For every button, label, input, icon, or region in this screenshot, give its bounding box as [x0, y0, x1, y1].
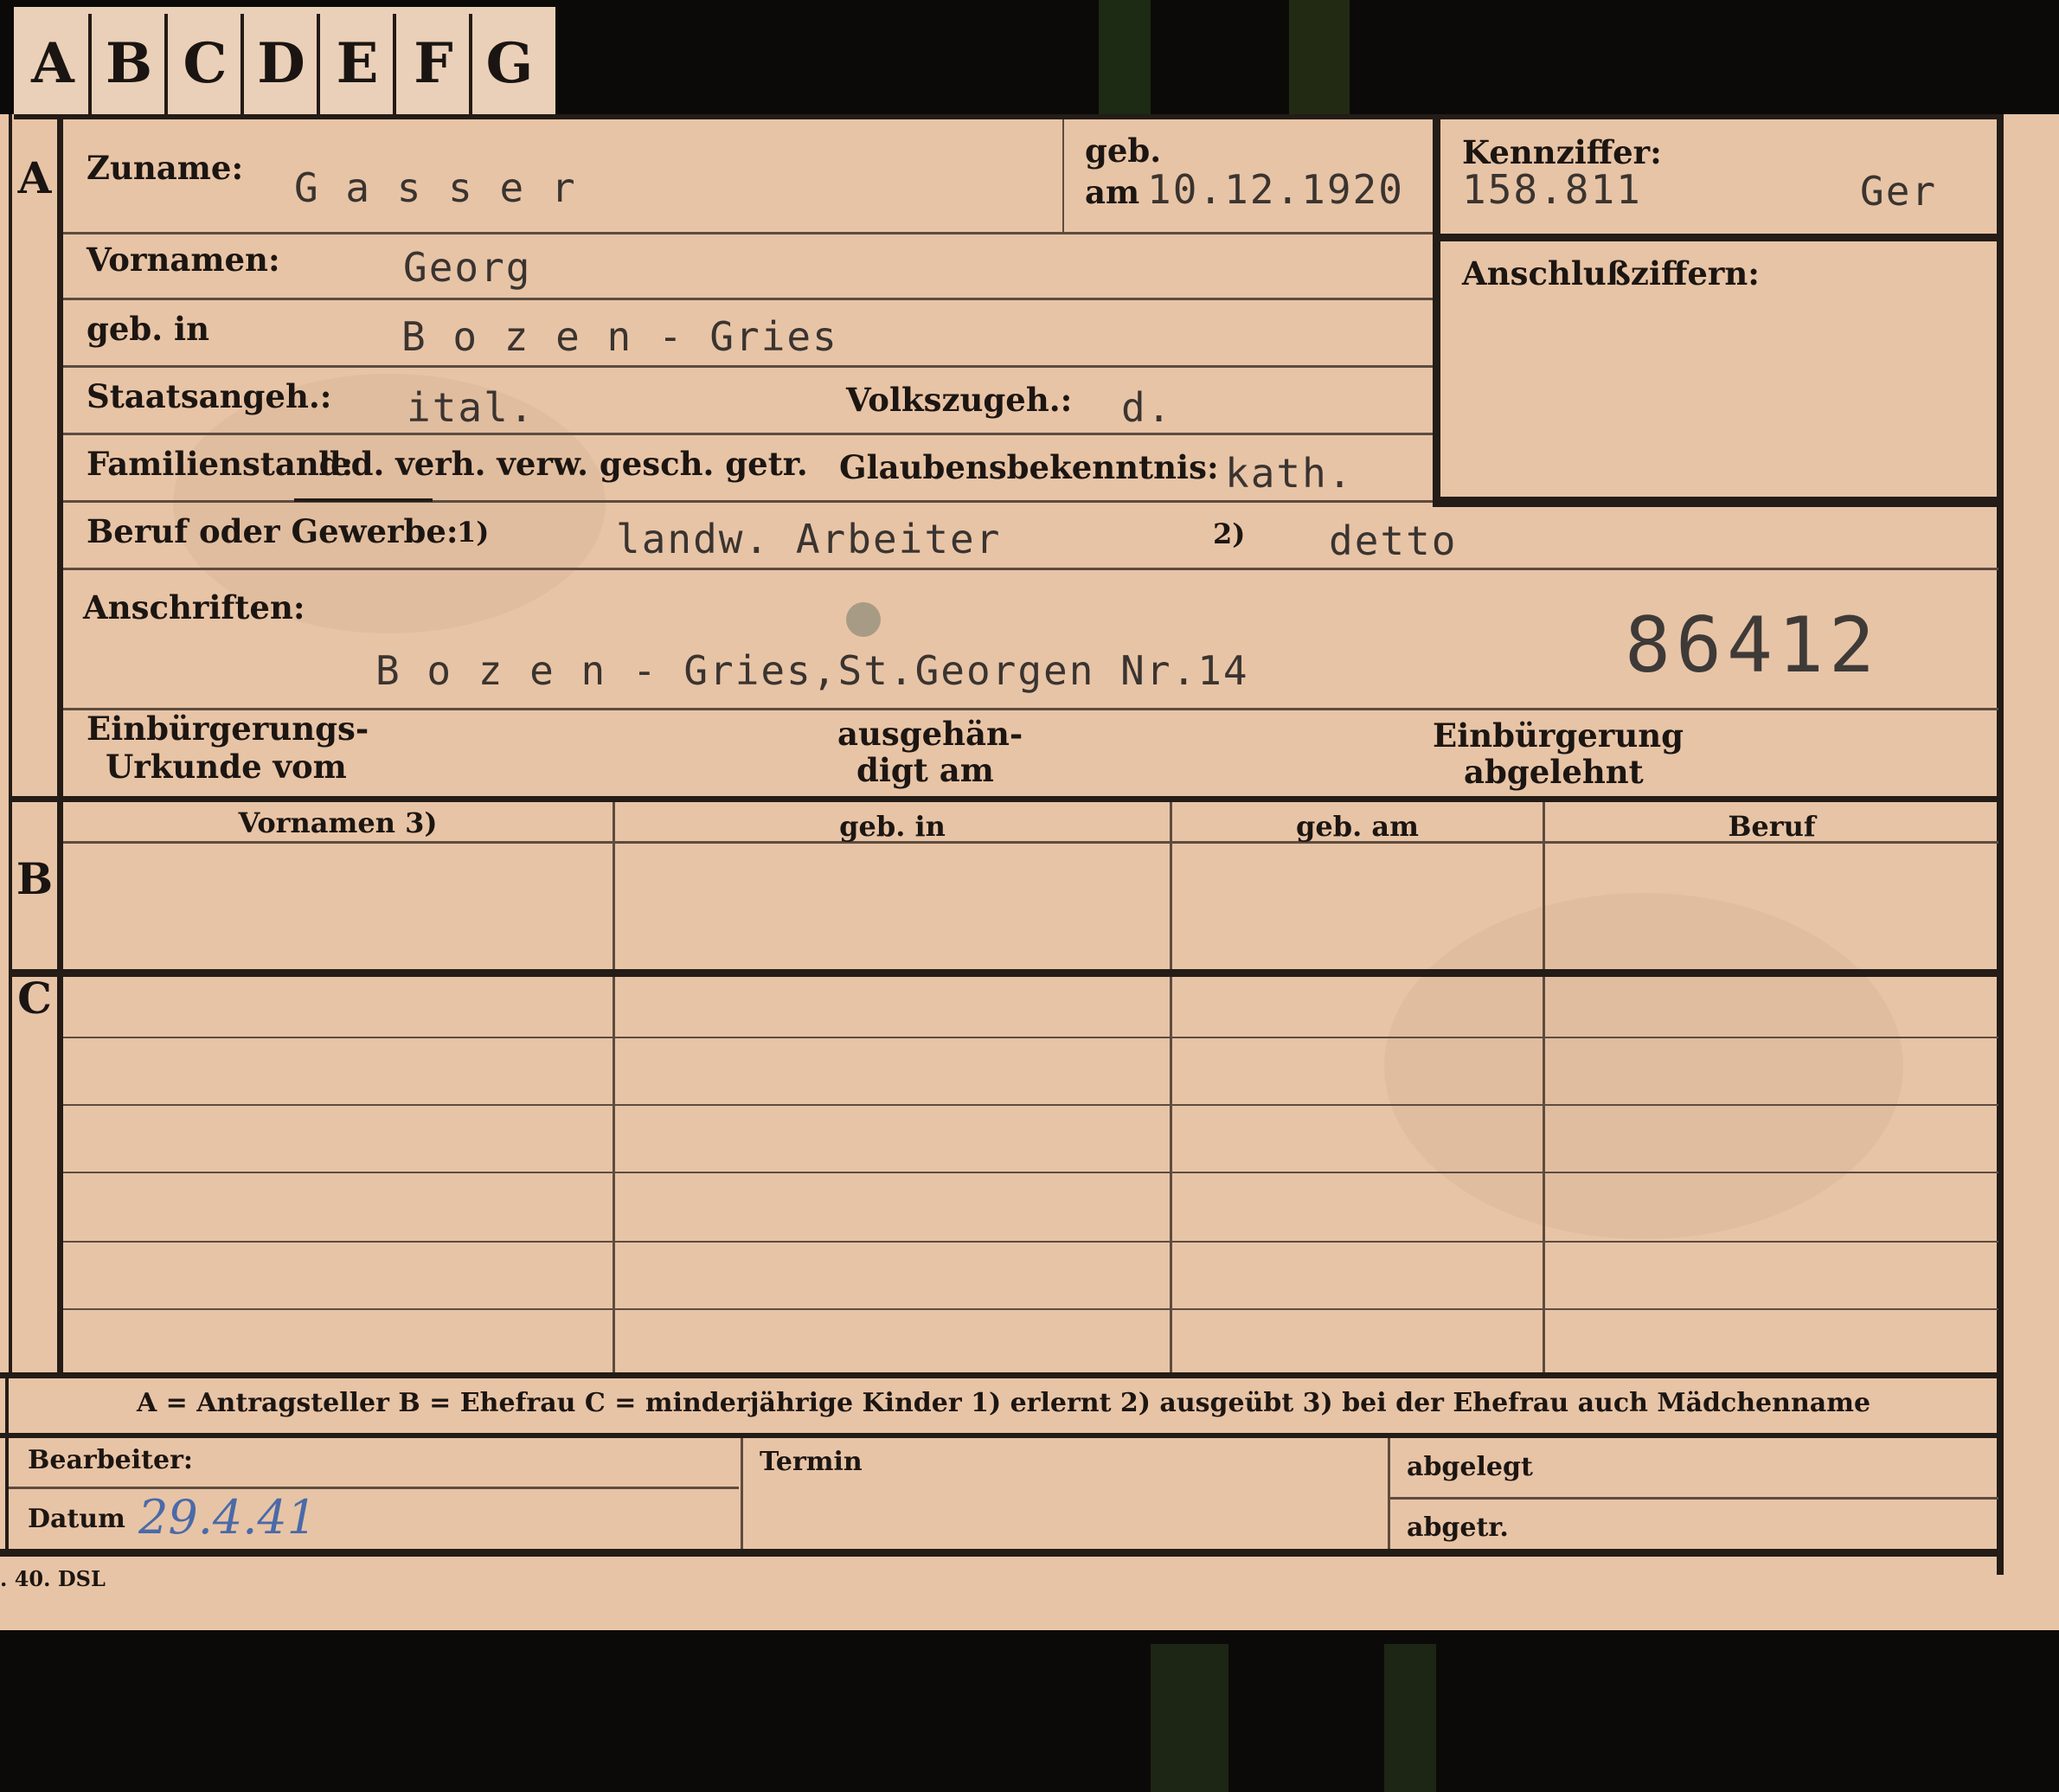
index-tab-f[interactable]: F [398, 14, 472, 114]
label-ausgehaendigt-2: digt am [856, 751, 994, 789]
label-einbuergerungsurkunde-1: Einbürgerungs- [87, 710, 369, 748]
rule [9, 114, 12, 1378]
index-tab-a[interactable]: A [17, 14, 92, 114]
label-vornamen: Vornamen: [87, 241, 280, 279]
label-geb-in: geb. in [87, 310, 210, 348]
familienstand-options[interactable]: led. verh. verw. gesch. getr. [318, 445, 808, 483]
rule [63, 568, 1998, 570]
rule [1433, 234, 1998, 241]
label-abgelegt: abgelegt [1407, 1452, 1533, 1482]
rule [63, 1037, 1998, 1038]
label-glaubensbekenntnis: Glaubensbekenntnis: [839, 448, 1219, 486]
section-letter-c: C [17, 973, 52, 1024]
value-geb-in[interactable]: B o z e n - Gries [401, 313, 838, 360]
value-beruf-erlernt[interactable]: landw. Arbeiter [616, 516, 1001, 562]
rule [1433, 497, 1998, 507]
column-header-vornamen: Vornamen 3) [238, 806, 438, 839]
background-stripe [1384, 1644, 1436, 1792]
index-tab-d[interactable]: D [246, 14, 320, 114]
rule [0, 1433, 2004, 1438]
rule [9, 1487, 739, 1489]
rule [63, 433, 1433, 435]
background-stripe [1099, 0, 1151, 114]
column-header-beruf: Beruf [1728, 810, 1816, 843]
note-2-marker: 2) [1213, 517, 1246, 550]
label-beruf-oder-gewerbe: Beruf oder Gewerbe: [87, 512, 459, 550]
index-tab-b[interactable]: B [93, 14, 168, 114]
value-beruf-ausgeuebt[interactable]: detto [1329, 517, 1457, 564]
rule [1389, 1497, 1998, 1500]
rule [14, 114, 2004, 119]
index-tab-strip: A B C D E F G [14, 7, 555, 114]
label-datum: Datum [28, 1504, 125, 1534]
index-tab-c[interactable]: C [170, 14, 244, 114]
stamp-number: 86412 [1625, 601, 1880, 690]
rule [1170, 802, 1172, 1373]
rule [57, 114, 63, 1378]
rule [63, 1308, 1998, 1310]
label-ausgehaendigt-1: ausgehän- [837, 715, 1023, 753]
rule [63, 1104, 1998, 1106]
note-1-marker: 1) [457, 516, 490, 549]
rule [1433, 119, 1440, 505]
ink-blot [846, 602, 881, 637]
column-header-geb-in: geb. in [839, 810, 946, 843]
rule [63, 232, 1433, 234]
label-einbuergerungsurkunde-2: Urkunde vom [106, 748, 347, 786]
label-volkszugeh: Volkszugeh.: [846, 381, 1073, 419]
label-zuname: Zuname: [87, 149, 244, 187]
value-vornamen[interactable]: Georg [403, 244, 531, 291]
print-mark: . 40. DSL [0, 1566, 106, 1591]
rule [0, 1372, 2004, 1378]
value-glaubensbekenntnis[interactable]: kath. [1225, 450, 1353, 497]
value-kennziffer[interactable]: 158.811 [1462, 166, 1642, 213]
rule [294, 498, 433, 502]
rule [9, 796, 1998, 802]
section-letter-b: B [16, 853, 54, 904]
label-geb: geb. [1085, 132, 1162, 170]
label-anschlussziffern: Anschlußziffern: [1462, 254, 1760, 292]
label-staatsangeh: Staatsangeh.: [87, 377, 332, 415]
value-kennziffer-suffix[interactable]: Ger [1860, 168, 1937, 215]
value-geb-am[interactable]: 10.12.1920 [1147, 166, 1404, 213]
value-zuname[interactable]: G a s s e r [294, 164, 577, 211]
rule [63, 365, 1433, 368]
label-anschriften: Anschriften: [83, 588, 305, 626]
label-einbuergerung-abgelehnt-2: abgelehnt [1464, 753, 1644, 791]
rule [63, 298, 1433, 300]
rule [63, 500, 1433, 503]
background-stripe [1289, 0, 1350, 114]
label-termin: Termin [760, 1447, 863, 1477]
rule [0, 1549, 2004, 1557]
index-tab-e[interactable]: E [322, 14, 396, 114]
value-volkszugeh[interactable]: d. [1121, 384, 1172, 431]
rule [613, 802, 615, 1373]
value-staatsangeh[interactable]: ital. [407, 384, 535, 431]
label-einbuergerung-abgelehnt-1: Einbürgerung [1433, 716, 1684, 755]
rule [1543, 802, 1545, 1373]
index-tab-g[interactable]: G [474, 14, 545, 114]
section-letter-a: A [17, 152, 52, 203]
label-bearbeiter: Bearbeiter: [28, 1445, 193, 1475]
rule [1997, 114, 2004, 1575]
value-anschrift[interactable]: B o z e n - Gries,St.Georgen Nr.14 [375, 647, 1249, 694]
label-abgetr: abgetr. [1407, 1513, 1509, 1543]
rule [9, 969, 1998, 977]
rule [63, 1172, 1998, 1173]
legend: A = Antragsteller B = Ehefrau C = minder… [136, 1388, 1871, 1418]
rule [1062, 119, 1064, 234]
label-familienstand: Familienstand: [87, 445, 354, 483]
handwritten-date: 29.4.41 [138, 1490, 318, 1545]
column-header-geb-am: geb. am [1296, 810, 1419, 843]
stain [1384, 893, 1903, 1239]
label-am: am [1085, 173, 1140, 211]
rule [1388, 1438, 1390, 1549]
background-stripe [1151, 1644, 1228, 1792]
rule [63, 1241, 1998, 1243]
rule [741, 1438, 743, 1549]
